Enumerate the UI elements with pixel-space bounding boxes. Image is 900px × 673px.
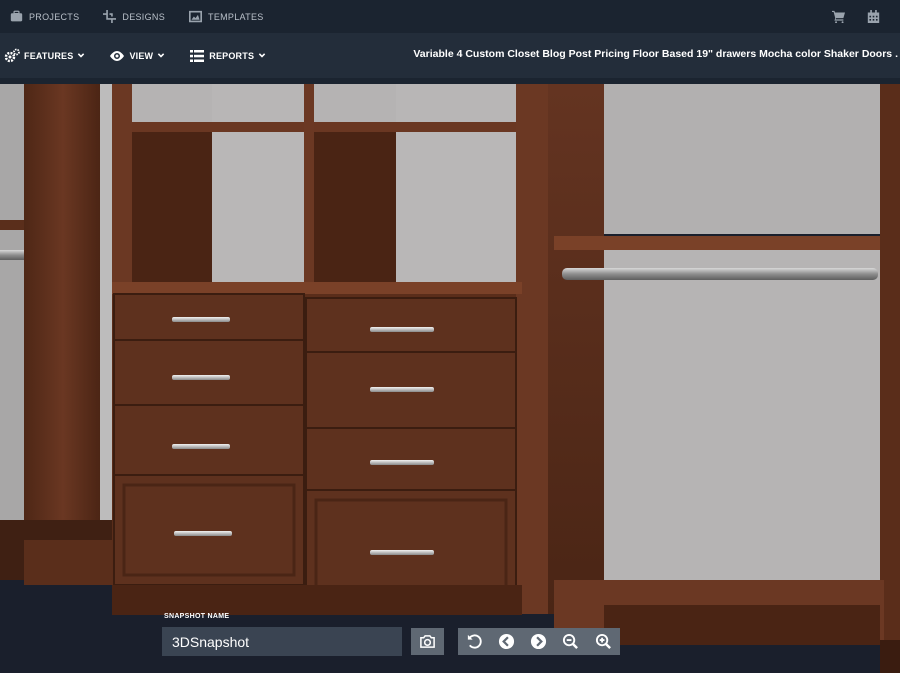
zoom-in-icon [595, 633, 611, 649]
rotate-right-icon [530, 633, 547, 650]
closet-render [0, 84, 900, 673]
chevron-down-icon [78, 52, 85, 58]
eye-icon [110, 50, 125, 61]
crop-icon [103, 10, 117, 23]
snapshot-name-label: SNAPSHOT NAME [164, 613, 230, 620]
reset-view-button[interactable] [458, 628, 491, 655]
top-nav: PROJECTS DESIGNS TEMPLATES [0, 0, 900, 33]
nav-projects[interactable]: PROJECTS [10, 10, 79, 23]
chevron-down-icon [158, 52, 165, 58]
list-icon [190, 49, 205, 62]
nav-projects-label: PROJECTS [29, 11, 80, 22]
features-menu[interactable]: FEATURES [4, 48, 85, 64]
reports-menu[interactable]: REPORTS [189, 48, 266, 64]
rotate-right-button[interactable] [522, 628, 555, 655]
snapshot-name-input[interactable]: 3DSnapshot [162, 627, 402, 656]
rotate-left-button[interactable] [490, 628, 523, 655]
nav-designs[interactable]: DESIGNS [103, 10, 165, 23]
cart-icon[interactable] [832, 10, 845, 23]
zoom-in-button[interactable] [587, 628, 620, 655]
nav-templates[interactable]: TEMPLATES [189, 10, 264, 23]
rotate-left-icon [498, 633, 515, 650]
camera-icon [420, 635, 435, 648]
snapshot-button[interactable] [411, 628, 444, 655]
zoom-out-button[interactable] [554, 628, 587, 655]
features-label: FEATURES [24, 50, 74, 61]
zoom-out-icon [562, 633, 578, 649]
chevron-down-icon [258, 52, 266, 58]
nav-designs-label: DESIGNS [122, 11, 166, 22]
gears-icon [4, 48, 20, 62]
drawer-group [113, 293, 517, 601]
design-toolbar: FEATURES VIEW REPORTS Variable 4 Custom … [0, 33, 900, 78]
view-menu[interactable]: VIEW [109, 48, 165, 64]
briefcase-icon [10, 10, 23, 22]
design-title: Variable 4 Custom Closet Blog Post Prici… [413, 48, 898, 60]
calendar-icon[interactable] [867, 10, 880, 23]
nav-templates-label: TEMPLATES [208, 11, 264, 22]
reports-label: REPORTS [209, 50, 255, 61]
reset-icon [467, 634, 482, 649]
3d-viewport[interactable] [0, 84, 900, 673]
view-label: VIEW [129, 50, 154, 61]
image-icon [189, 10, 203, 23]
